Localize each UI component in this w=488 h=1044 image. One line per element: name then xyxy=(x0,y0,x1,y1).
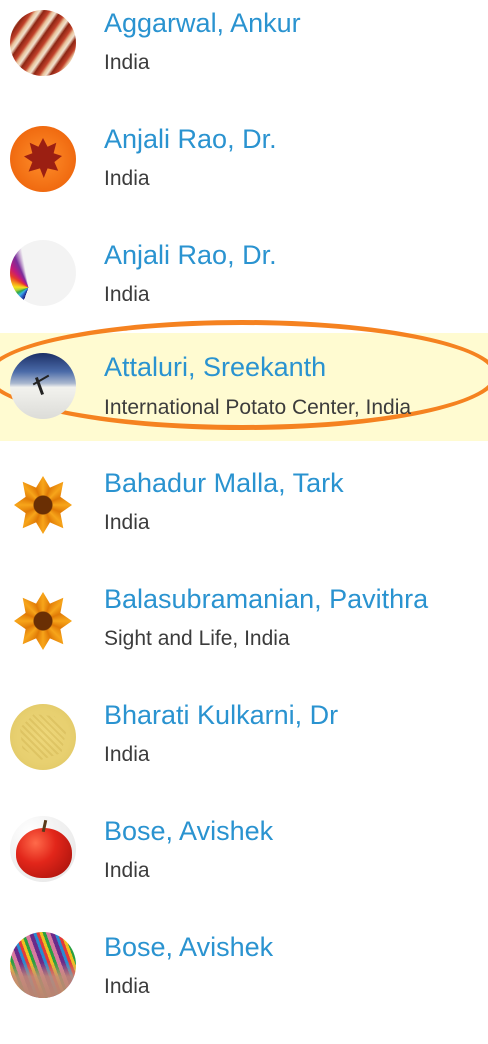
orange-flower-avatar-icon[interactable] xyxy=(10,472,76,538)
person-affiliation: India xyxy=(104,283,150,306)
list-item[interactable]: Anjali Rao, Dr. India xyxy=(0,116,488,232)
person-affiliation: Sight and Life, India xyxy=(104,627,290,650)
person-name-link[interactable]: Aggarwal, Ankur xyxy=(104,10,301,37)
people-list: Aggarwal, Ankur India Anjali Rao, Dr. In… xyxy=(0,0,488,999)
list-item[interactable]: Bharati Kulkarni, Dr India xyxy=(0,696,488,812)
pencils-avatar-icon[interactable] xyxy=(10,10,76,76)
list-item[interactable]: Bahadur Malla, Tark India xyxy=(0,464,488,580)
person-name-link[interactable]: Bharati Kulkarni, Dr xyxy=(104,702,338,729)
list-item[interactable]: Bose, Avishek India xyxy=(0,812,488,928)
color-pencils-fan-avatar-icon[interactable] xyxy=(10,240,76,306)
apple-shape xyxy=(16,828,72,878)
person-name-link[interactable]: Bahadur Malla, Tark xyxy=(104,470,344,497)
flower-petals xyxy=(14,476,72,534)
hand-pencils-avatar-icon[interactable] xyxy=(10,932,76,998)
person-name-link[interactable]: Bose, Avishek xyxy=(104,934,273,961)
texture-shape xyxy=(20,714,66,760)
person-name-link[interactable]: Anjali Rao, Dr. xyxy=(104,126,277,153)
list-item[interactable]: Bose, Avishek India xyxy=(0,928,488,1044)
person-affiliation: India xyxy=(104,743,150,766)
person-affiliation: India xyxy=(104,859,150,882)
person-affiliation: India xyxy=(104,51,150,74)
orange-flower-avatar-icon[interactable] xyxy=(10,588,76,654)
list-item-highlighted[interactable]: Attaluri, Sreekanth International Potato… xyxy=(0,320,488,441)
desert-figure-avatar-icon[interactable] xyxy=(10,353,76,419)
list-item[interactable]: Aggarwal, Ankur India xyxy=(0,0,488,116)
red-apple-avatar-icon[interactable] xyxy=(10,816,76,882)
person-name-link[interactable]: Balasubramanian, Pavithra xyxy=(104,586,428,613)
list-item[interactable]: Anjali Rao, Dr. India xyxy=(0,232,488,348)
person-affiliation: India xyxy=(104,975,150,998)
person-affiliation: International Potato Center, India xyxy=(104,396,412,419)
hand-shape xyxy=(10,962,76,998)
person-name-link[interactable]: Anjali Rao, Dr. xyxy=(104,242,277,269)
list-item[interactable]: Balasubramanian, Pavithra Sight and Life… xyxy=(0,580,488,696)
yellow-texture-avatar-icon[interactable] xyxy=(10,704,76,770)
person-name-link[interactable]: Bose, Avishek xyxy=(104,818,273,845)
person-affiliation: India xyxy=(104,511,150,534)
person-name-link[interactable]: Attaluri, Sreekanth xyxy=(104,354,326,381)
flower-petals xyxy=(14,592,72,650)
person-affiliation: India xyxy=(104,167,150,190)
leaf-shape xyxy=(24,138,62,178)
maple-leaf-avatar-icon[interactable] xyxy=(10,126,76,192)
